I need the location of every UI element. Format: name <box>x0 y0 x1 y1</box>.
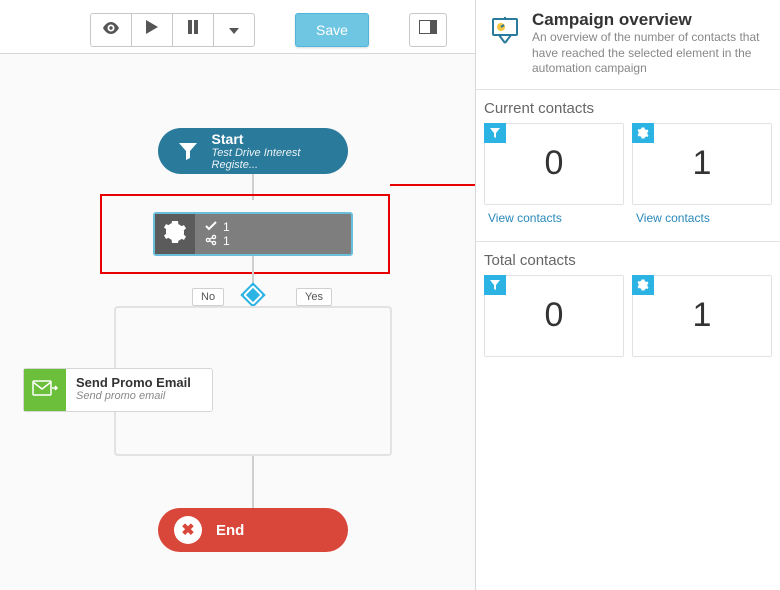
total-gear-value: 1 <box>633 276 771 356</box>
panel-toggle-button[interactable] <box>409 13 447 47</box>
flow-canvas[interactable]: Start Test Drive Interest Registe... 1 1 <box>0 54 475 590</box>
process-node-icon-slot <box>155 214 195 254</box>
total-filter-value: 0 <box>485 276 623 356</box>
panel-header: Campaign overview An overview of the num… <box>476 6 780 90</box>
gear-icon <box>163 220 187 249</box>
current-filter-card[interactable]: 0 <box>484 123 624 205</box>
total-contacts-section: Total contacts 0 1 <box>476 242 780 361</box>
decision-no-label: No <box>192 288 224 306</box>
end-node[interactable]: ✖ End <box>158 508 348 552</box>
view-contacts-link[interactable]: View contacts <box>636 211 710 225</box>
panel-icon <box>419 20 437 39</box>
funnel-icon <box>172 135 204 167</box>
more-dropdown-button[interactable] <box>213 13 255 47</box>
connector <box>252 456 254 510</box>
close-icon: ✖ <box>174 516 202 544</box>
email-node-text: Send Promo Email Send promo email <box>66 369 212 411</box>
email-node-title: Send Promo Email <box>76 375 202 390</box>
email-node-subtitle: Send promo email <box>76 390 202 402</box>
start-subtitle: Test Drive Interest Registe... <box>212 147 348 171</box>
current-filter-value: 0 <box>485 124 623 204</box>
pause-button[interactable] <box>172 13 214 47</box>
panel-description: An overview of the number of contacts th… <box>532 30 772 77</box>
share-icon <box>205 234 217 249</box>
total-contacts-heading: Total contacts <box>484 252 772 269</box>
check-icon <box>205 220 217 234</box>
caret-down-icon <box>229 21 239 39</box>
email-node-icon-slot <box>24 369 66 411</box>
decision-yes-label: Yes <box>296 288 332 306</box>
side-panel: Campaign overview An overview of the num… <box>475 0 780 590</box>
current-contacts-section: Current contacts 0 1 View contacts View … <box>476 90 780 231</box>
toolbar: Save <box>0 6 475 54</box>
start-title: Start <box>212 131 348 147</box>
current-contacts-heading: Current contacts <box>484 100 772 117</box>
current-gear-card[interactable]: 1 <box>632 123 772 205</box>
preview-button[interactable] <box>90 13 132 47</box>
process-share-count: 1 <box>223 234 230 248</box>
mail-send-icon <box>32 378 58 403</box>
current-gear-value: 1 <box>633 124 771 204</box>
play-icon <box>146 20 158 39</box>
toolbar-button-group <box>90 13 255 47</box>
start-node[interactable]: Start Test Drive Interest Registe... <box>158 128 348 174</box>
total-filter-card[interactable]: 0 <box>484 275 624 357</box>
email-node[interactable]: Send Promo Email Send promo email <box>23 368 213 412</box>
yes-branch-path <box>252 306 392 456</box>
process-node-info: 1 1 <box>195 214 351 254</box>
start-node-text: Start Test Drive Interest Registe... <box>212 131 348 171</box>
end-node-label: End <box>216 522 244 539</box>
pause-icon <box>187 20 199 39</box>
total-gear-card[interactable]: 1 <box>632 275 772 357</box>
presentation-icon <box>484 10 526 52</box>
process-node[interactable]: 1 1 <box>153 212 353 256</box>
process-check-count: 1 <box>223 220 230 234</box>
decision-node[interactable] <box>240 282 265 307</box>
eye-icon <box>102 21 120 39</box>
save-button[interactable]: Save <box>295 13 369 47</box>
panel-title: Campaign overview <box>532 10 772 30</box>
play-button[interactable] <box>131 13 173 47</box>
view-contacts-link[interactable]: View contacts <box>488 211 562 225</box>
